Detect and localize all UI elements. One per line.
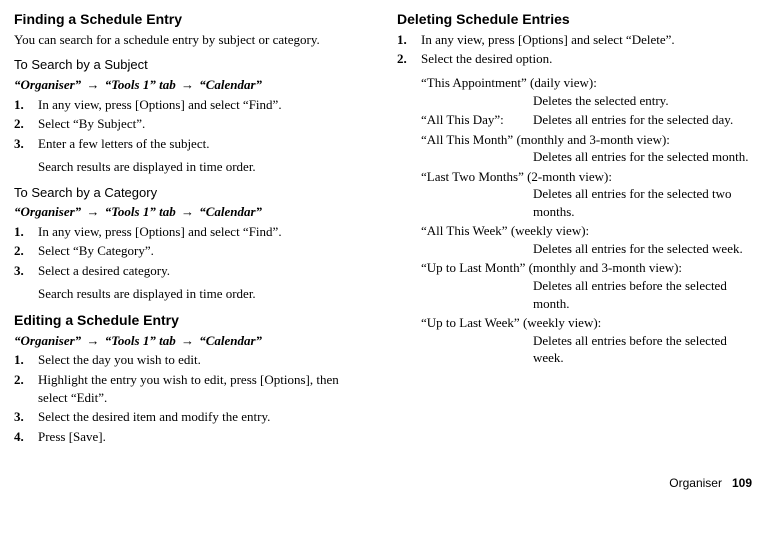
arrow-icon: →: [179, 77, 196, 92]
arrow-icon: →: [179, 204, 196, 219]
finding-heading: Finding a Schedule Entry: [14, 10, 369, 29]
step-item: Highlight the entry you wish to edit, pr…: [14, 371, 369, 406]
nav-seg: “Tools 1” tab: [105, 77, 176, 92]
step-item: Select “By Subject”.: [14, 115, 369, 133]
delete-options: “This Appointment” (daily view): Deletes…: [397, 74, 752, 367]
steps-list: Select the day you wish to edit. Highlig…: [14, 351, 369, 445]
arrow-icon: →: [84, 204, 101, 219]
option-term: “All This Week” (weekly view):: [421, 223, 589, 238]
step-item: In any view, press [Options] and select …: [14, 223, 369, 241]
option-item: “This Appointment” (daily view): Deletes…: [421, 74, 752, 109]
step-item: In any view, press [Options] and select …: [397, 31, 752, 49]
option-term: “Last Two Months” (2-month view):: [421, 169, 612, 184]
option-term: “All This Month” (monthly and 3-month vi…: [421, 132, 670, 147]
option-desc: Deletes all entries before the selected …: [421, 277, 752, 312]
steps-list: In any view, press [Options] and select …: [397, 31, 752, 68]
option-item: “All This Day”: Deletes all entries for …: [421, 111, 752, 129]
search-subject-heading: To Search by a Subject: [14, 56, 369, 74]
arrow-icon: →: [179, 333, 196, 348]
nav-path: “Organiser” → “Tools 1” tab → “Calendar”: [14, 203, 369, 221]
option-item: “Up to Last Month” (monthly and 3-month …: [421, 259, 752, 312]
nav-path: “Organiser” → “Tools 1” tab → “Calendar”: [14, 76, 369, 94]
nav-path: “Organiser” → “Tools 1” tab → “Calendar”: [14, 332, 369, 350]
footer-section: Organiser: [669, 476, 722, 490]
deleting-heading: Deleting Schedule Entries: [397, 10, 752, 29]
steps-list: In any view, press [Options] and select …: [14, 96, 369, 153]
option-item: “All This Month” (monthly and 3-month vi…: [421, 131, 752, 166]
option-item: “All This Week” (weekly view): Deletes a…: [421, 222, 752, 257]
steps-list: In any view, press [Options] and select …: [14, 223, 369, 280]
option-desc: Deletes all entries for the selected wee…: [421, 240, 752, 258]
step-item: Select the day you wish to edit.: [14, 351, 369, 369]
nav-seg: “Tools 1” tab: [105, 333, 176, 348]
option-term: “This Appointment” (daily view):: [421, 75, 597, 90]
left-column: Finding a Schedule Entry You can search …: [14, 10, 369, 451]
search-category-heading: To Search by a Category: [14, 184, 369, 202]
option-term: “Up to Last Month” (monthly and 3-month …: [421, 260, 682, 275]
step-note: Search results are displayed in time ord…: [14, 285, 369, 303]
arrow-icon: →: [84, 333, 101, 348]
step-item: Select “By Category”.: [14, 242, 369, 260]
option-item: “Last Two Months” (2-month view): Delete…: [421, 168, 752, 221]
right-column: Deleting Schedule Entries In any view, p…: [397, 10, 752, 451]
step-item: Enter a few letters of the subject.: [14, 135, 369, 153]
finding-intro: You can search for a schedule entry by s…: [14, 31, 369, 49]
page-footer: Organiser 109: [14, 475, 752, 491]
nav-seg: “Organiser”: [14, 204, 81, 219]
option-desc: Deletes all entries before the selected …: [421, 332, 752, 367]
option-desc: Deletes all entries for the selected two…: [421, 185, 752, 220]
option-item: “Up to Last Week” (weekly view): Deletes…: [421, 314, 752, 367]
nav-seg: “Organiser”: [14, 333, 81, 348]
step-item: In any view, press [Options] and select …: [14, 96, 369, 114]
nav-seg: “Organiser”: [14, 77, 81, 92]
step-item: Select the desired item and modify the e…: [14, 408, 369, 426]
option-term: “All This Day”:: [421, 111, 533, 129]
option-desc: Deletes the selected entry.: [421, 92, 752, 110]
step-item: Select a desired category.: [14, 262, 369, 280]
step-item: Press [Save].: [14, 428, 369, 446]
option-term: “Up to Last Week” (weekly view):: [421, 315, 601, 330]
nav-seg: “Calendar”: [199, 77, 262, 92]
nav-seg: “Tools 1” tab: [105, 204, 176, 219]
step-note: Search results are displayed in time ord…: [14, 158, 369, 176]
step-item: Select the desired option.: [397, 50, 752, 68]
nav-seg: “Calendar”: [199, 204, 262, 219]
editing-heading: Editing a Schedule Entry: [14, 311, 369, 330]
arrow-icon: →: [84, 77, 101, 92]
page-number: 109: [732, 476, 752, 490]
option-desc: Deletes all entries for the selected mon…: [421, 148, 752, 166]
nav-seg: “Calendar”: [199, 333, 262, 348]
option-desc: Deletes all entries for the selected day…: [533, 111, 752, 129]
